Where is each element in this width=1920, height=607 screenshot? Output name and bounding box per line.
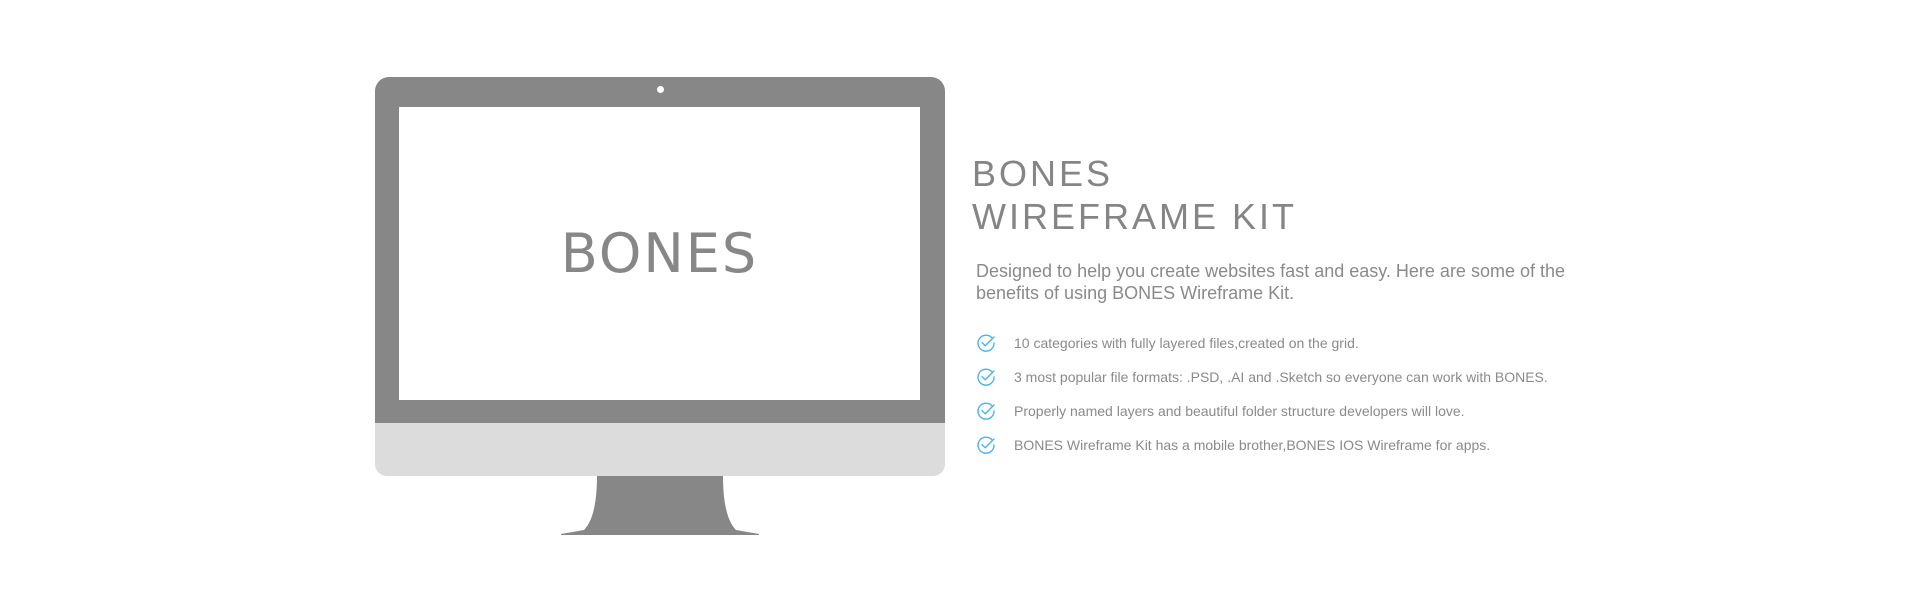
list-item: 3 most popular file formats: .PSD, .AI a… xyxy=(976,360,1592,394)
imac-screen: BONES xyxy=(399,107,920,400)
imac-bezel: BONES xyxy=(375,77,945,423)
page: BONES BONES WIREFRAME KIT Designed to he… xyxy=(0,0,1920,607)
intro-text: Designed to help you create websites fas… xyxy=(976,261,1565,303)
list-item: BONES Wireframe Kit has a mobile brother… xyxy=(976,428,1592,462)
title-line-1: BONES xyxy=(972,153,1114,194)
check-circle-icon xyxy=(977,402,995,420)
check-circle-icon xyxy=(977,436,995,454)
benefits-list: 10 categories with fully layered files,c… xyxy=(976,326,1592,462)
imac-chin xyxy=(375,423,945,476)
info-panel: BONES WIREFRAME KIT Designed to help you… xyxy=(972,152,1592,462)
imac-stand xyxy=(561,476,759,535)
benefit-text: Properly named layers and beautiful fold… xyxy=(1014,403,1465,419)
list-item: 10 categories with fully layered files,c… xyxy=(976,326,1592,360)
benefit-text: 3 most popular file formats: .PSD, .AI a… xyxy=(1014,369,1548,385)
check-circle-icon xyxy=(977,334,995,352)
screen-logo: BONES xyxy=(560,221,759,285)
camera-dot xyxy=(657,86,664,93)
imac-illustration: BONES xyxy=(375,77,945,535)
list-item: Properly named layers and beautiful fold… xyxy=(976,394,1592,428)
benefit-text: 10 categories with fully layered files,c… xyxy=(1014,335,1359,351)
benefit-text: BONES Wireframe Kit has a mobile brother… xyxy=(1014,437,1491,453)
title-line-2: WIREFRAME KIT xyxy=(972,196,1297,237)
check-circle-icon xyxy=(977,368,995,386)
